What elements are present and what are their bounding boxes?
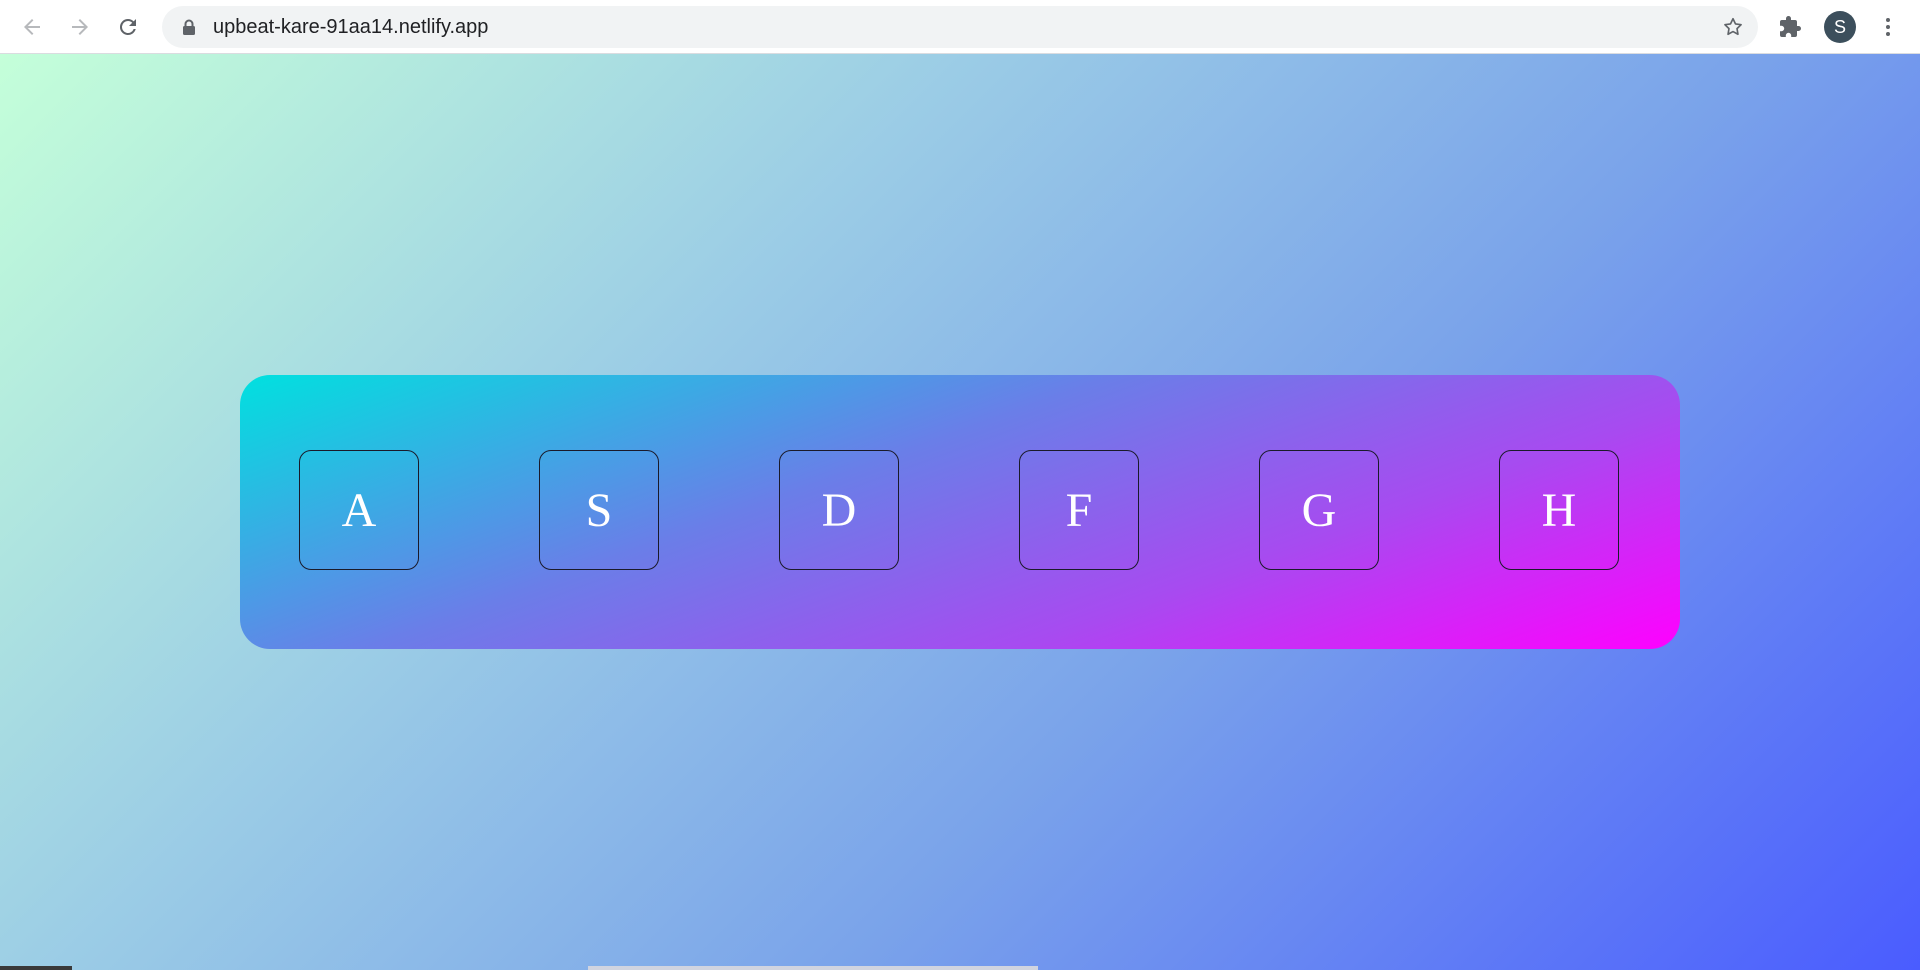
reload-button[interactable] [112, 11, 144, 43]
browser-toolbar: upbeat-kare-91aa14.netlify.app S [0, 0, 1920, 54]
puzzle-icon [1780, 16, 1801, 37]
bottom-edge-segment [0, 966, 72, 970]
key-f[interactable]: F [1019, 450, 1139, 570]
arrow-right-icon [72, 19, 88, 35]
key-g[interactable]: G [1259, 450, 1379, 570]
key-h[interactable]: H [1499, 450, 1619, 570]
profile-avatar[interactable]: S [1824, 11, 1856, 43]
bookmark-star-icon[interactable] [1722, 16, 1744, 38]
key-a[interactable]: A [299, 450, 419, 570]
lock-icon [183, 19, 195, 35]
drum-keys-panel: A S D F G H [240, 375, 1680, 649]
back-button[interactable] [16, 11, 48, 43]
extensions-button[interactable] [1774, 11, 1806, 43]
page-background: A S D F G H [0, 54, 1920, 970]
url-text: upbeat-kare-91aa14.netlify.app [213, 16, 489, 38]
arrow-left-icon [24, 19, 40, 35]
bottom-edge-segment [588, 966, 1038, 970]
bottom-edge [0, 966, 1920, 970]
key-s[interactable]: S [539, 450, 659, 570]
reload-icon [119, 18, 136, 35]
browser-menu-button[interactable] [1872, 11, 1904, 43]
address-bar[interactable]: upbeat-kare-91aa14.netlify.app [162, 6, 1758, 48]
kebab-menu-icon [1886, 18, 1890, 36]
forward-button[interactable] [64, 11, 96, 43]
key-d[interactable]: D [779, 450, 899, 570]
